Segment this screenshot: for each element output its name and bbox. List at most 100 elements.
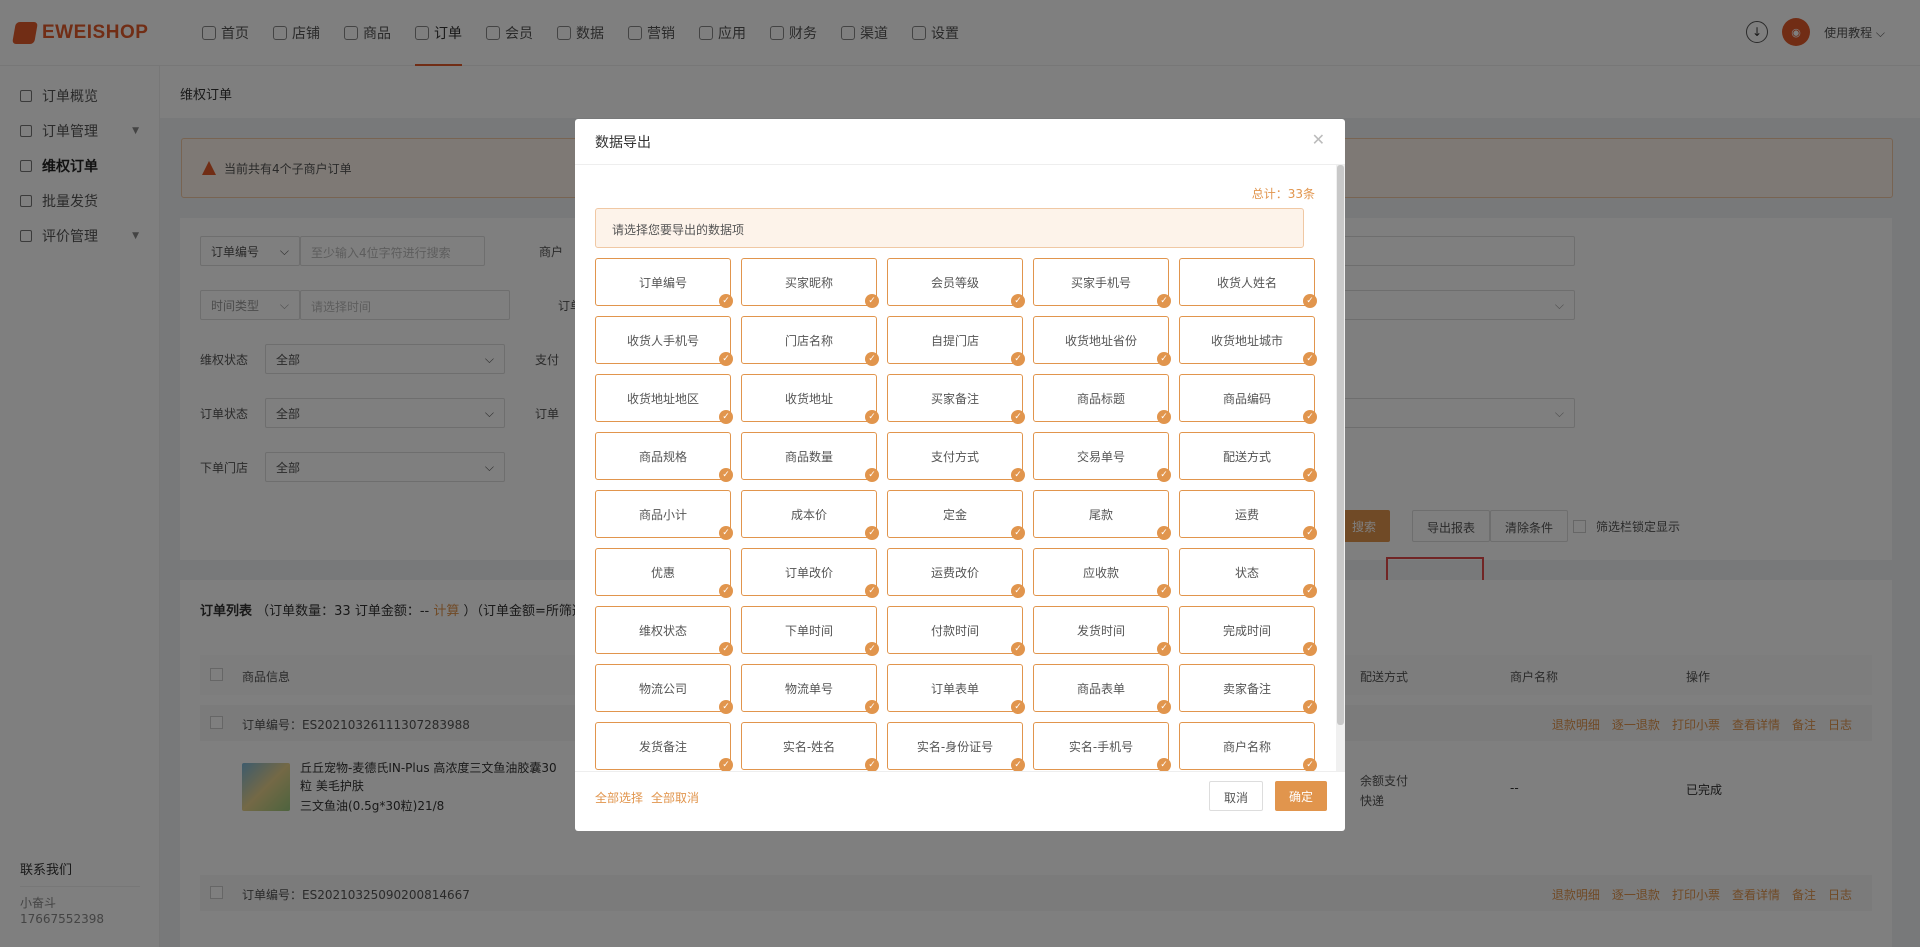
check-icon: ✓ xyxy=(1011,700,1025,714)
export-field-option[interactable]: 商品小计 ✓ xyxy=(595,490,733,540)
export-field-label: 配送方式 xyxy=(1222,449,1271,464)
export-field-option[interactable]: 定金 ✓ xyxy=(887,490,1025,540)
export-field-label: 发货备注 xyxy=(638,739,687,754)
cancel-button[interactable]: 取消 xyxy=(1208,781,1263,811)
export-field-option[interactable]: 发货时间 ✓ xyxy=(1033,606,1171,656)
export-field-option[interactable]: 优惠 ✓ xyxy=(595,548,733,598)
export-field-label: 商品表单 xyxy=(1076,681,1125,696)
export-field-label: 完成时间 xyxy=(1222,623,1271,638)
export-field-option[interactable]: 支付方式 ✓ xyxy=(887,432,1025,482)
check-icon: ✓ xyxy=(1303,700,1317,714)
export-field-option[interactable]: 会员等级 ✓ xyxy=(887,258,1025,308)
check-icon: ✓ xyxy=(719,294,733,308)
export-field-label: 自提门店 xyxy=(930,333,979,348)
check-icon: ✓ xyxy=(1157,700,1171,714)
check-icon: ✓ xyxy=(1303,584,1317,598)
cancel-all-link[interactable]: 全部取消 xyxy=(651,789,699,806)
export-field-option[interactable]: 尾款 ✓ xyxy=(1033,490,1171,540)
export-field-option[interactable]: 卖家备注 ✓ xyxy=(1179,664,1317,714)
confirm-button[interactable]: 确定 xyxy=(1274,781,1327,811)
export-field-label: 会员等级 xyxy=(930,275,979,290)
export-field-option[interactable]: 发货备注 ✓ xyxy=(595,722,733,771)
export-field-option[interactable]: 运费 ✓ xyxy=(1179,490,1317,540)
export-field-option[interactable]: 实名-手机号 ✓ xyxy=(1033,722,1171,771)
export-field-option[interactable]: 收货人姓名 ✓ xyxy=(1179,258,1317,308)
export-field-label: 商户名称 xyxy=(1222,739,1271,754)
check-icon: ✓ xyxy=(719,526,733,540)
export-field-label: 收货地址地区 xyxy=(626,391,699,406)
check-icon: ✓ xyxy=(865,352,879,366)
export-field-label: 尾款 xyxy=(1088,507,1113,522)
export-field-option[interactable]: 商品规格 ✓ xyxy=(595,432,733,482)
export-field-label: 收货地址城市 xyxy=(1210,333,1283,348)
check-icon: ✓ xyxy=(1303,410,1317,424)
close-icon[interactable]: ✕ xyxy=(1312,130,1325,149)
export-field-option[interactable]: 订单改价 ✓ xyxy=(741,548,879,598)
export-field-option[interactable]: 实名-身份证号 ✓ xyxy=(887,722,1025,771)
export-field-option[interactable]: 商品数量 ✓ xyxy=(741,432,879,482)
export-field-label: 收货人手机号 xyxy=(626,333,699,348)
export-field-option[interactable]: 完成时间 ✓ xyxy=(1179,606,1317,656)
export-field-label: 订单表单 xyxy=(930,681,979,696)
dialog-scrollbar[interactable] xyxy=(1336,165,1345,771)
export-field-option[interactable]: 订单编号 ✓ xyxy=(595,258,733,308)
export-field-option[interactable]: 自提门店 ✓ xyxy=(887,316,1025,366)
check-icon: ✓ xyxy=(1011,526,1025,540)
scrollbar-thumb[interactable] xyxy=(1337,165,1344,725)
export-field-option[interactable]: 付款时间 ✓ xyxy=(887,606,1025,656)
dialog-body: 总计：33条 请选择您要导出的数据项 订单编号 ✓ 买家昵称 ✓ 会员等级 ✓ 买家手机号 ✓… xyxy=(575,165,1345,771)
export-field-option[interactable]: 买家备注 ✓ xyxy=(887,374,1025,424)
export-field-label: 物流单号 xyxy=(784,681,833,696)
check-icon: ✓ xyxy=(1157,526,1171,540)
check-icon: ✓ xyxy=(1157,468,1171,482)
export-field-option[interactable]: 交易单号 ✓ xyxy=(1033,432,1171,482)
check-icon: ✓ xyxy=(1157,758,1171,771)
export-field-option[interactable]: 收货地址地区 ✓ xyxy=(595,374,733,424)
export-field-label: 物流公司 xyxy=(638,681,687,696)
export-field-label: 优惠 xyxy=(650,565,675,580)
export-field-option[interactable]: 收货地址省份 ✓ xyxy=(1033,316,1171,366)
export-field-option[interactable]: 商品编码 ✓ xyxy=(1179,374,1317,424)
export-field-label: 维权状态 xyxy=(638,623,687,638)
export-field-option[interactable]: 商户名称 ✓ xyxy=(1179,722,1317,771)
export-field-label: 商品编码 xyxy=(1222,391,1271,406)
export-field-label: 商品小计 xyxy=(638,507,687,522)
export-field-label: 收货地址 xyxy=(784,391,833,406)
export-field-grid: 订单编号 ✓ 买家昵称 ✓ 会员等级 ✓ 买家手机号 ✓ 收货人姓名 ✓ 收货人手机号 ✓ 门店名称 ✓ 自… xyxy=(595,258,1317,771)
export-field-option[interactable]: 维权状态 ✓ xyxy=(595,606,733,656)
export-field-option[interactable]: 物流单号 ✓ xyxy=(741,664,879,714)
export-field-option[interactable]: 状态 ✓ xyxy=(1179,548,1317,598)
check-icon: ✓ xyxy=(1011,468,1025,482)
export-field-label: 交易单号 xyxy=(1076,449,1125,464)
export-field-option[interactable]: 物流公司 ✓ xyxy=(595,664,733,714)
check-icon: ✓ xyxy=(1303,526,1317,540)
export-field-option[interactable]: 成本价 ✓ xyxy=(741,490,879,540)
export-field-option[interactable]: 商品表单 ✓ xyxy=(1033,664,1171,714)
export-field-option[interactable]: 运费改价 ✓ xyxy=(887,548,1025,598)
export-field-option[interactable]: 应收款 ✓ xyxy=(1033,548,1171,598)
check-icon: ✓ xyxy=(719,700,733,714)
export-field-option[interactable]: 配送方式 ✓ xyxy=(1179,432,1317,482)
select-all-link[interactable]: 全部选择 xyxy=(595,789,643,806)
export-field-label: 成本价 xyxy=(790,507,827,522)
check-icon: ✓ xyxy=(865,468,879,482)
export-field-option[interactable]: 门店名称 ✓ xyxy=(741,316,879,366)
export-field-option[interactable]: 下单时间 ✓ xyxy=(741,606,879,656)
check-icon: ✓ xyxy=(1011,410,1025,424)
export-field-option[interactable]: 订单表单 ✓ xyxy=(887,664,1025,714)
check-icon: ✓ xyxy=(865,758,879,771)
export-field-option[interactable]: 收货地址城市 ✓ xyxy=(1179,316,1317,366)
check-icon: ✓ xyxy=(865,294,879,308)
export-field-option[interactable]: 买家手机号 ✓ xyxy=(1033,258,1171,308)
export-field-option[interactable]: 买家昵称 ✓ xyxy=(741,258,879,308)
export-field-option[interactable]: 实名-姓名 ✓ xyxy=(741,722,879,771)
check-icon: ✓ xyxy=(1157,642,1171,656)
export-field-option[interactable]: 收货地址 ✓ xyxy=(741,374,879,424)
export-field-label: 门店名称 xyxy=(784,333,833,348)
export-field-option[interactable]: 商品标题 ✓ xyxy=(1033,374,1171,424)
export-field-label: 订单编号 xyxy=(638,275,687,290)
check-icon: ✓ xyxy=(1303,758,1317,771)
export-field-option[interactable]: 收货人手机号 ✓ xyxy=(595,316,733,366)
export-field-label: 运费改价 xyxy=(930,565,979,580)
export-field-label: 实名-身份证号 xyxy=(916,739,994,754)
